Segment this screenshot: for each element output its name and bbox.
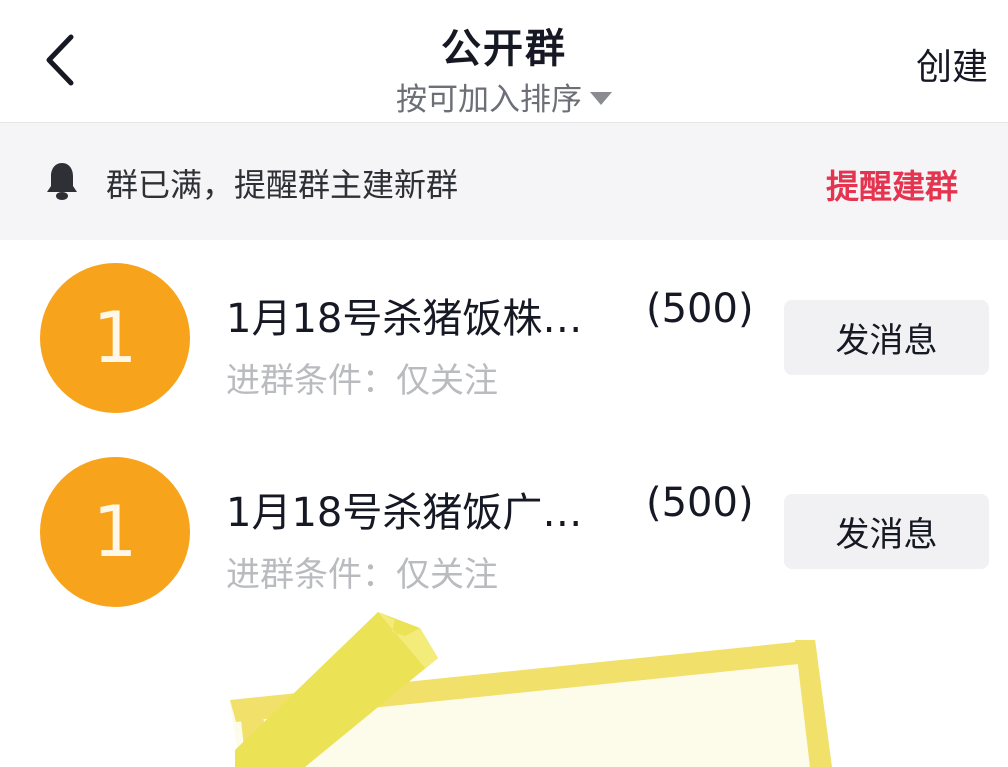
- group-name: 1月18号杀猪饭广…: [226, 490, 583, 536]
- notice-text: 群已满，提醒群主建新群: [106, 166, 459, 204]
- avatar: 1: [40, 457, 190, 607]
- page-title: 公开群: [441, 26, 567, 72]
- join-condition: 进群条件：仅关注: [226, 361, 498, 401]
- caret-down-icon: [590, 92, 612, 105]
- group-member-count: (500): [646, 286, 754, 332]
- list-item[interactable]: 1 1月18号杀猪饭株… (500) 进群条件：仅关注 发消息: [0, 248, 1008, 440]
- send-message-button[interactable]: 发消息: [784, 300, 989, 375]
- avatar: 1: [40, 263, 190, 413]
- bell-icon: [47, 163, 77, 200]
- send-message-button[interactable]: 发消息: [784, 494, 989, 569]
- top-bar: 公开群 按可加入排序 创建: [0, 0, 1008, 123]
- empty-state-illustration: [230, 612, 832, 767]
- join-condition: 进群条件：仅关注: [226, 555, 498, 595]
- sort-dropdown[interactable]: 按可加入排序: [0, 74, 1008, 119]
- create-button[interactable]: 创建: [916, 38, 988, 90]
- remind-owner-button[interactable]: 提醒建群: [826, 160, 958, 208]
- group-member-count: (500): [646, 480, 754, 526]
- sort-label: 按可加入排序: [396, 82, 582, 118]
- group-name: 1月18号杀猪饭株…: [226, 296, 583, 342]
